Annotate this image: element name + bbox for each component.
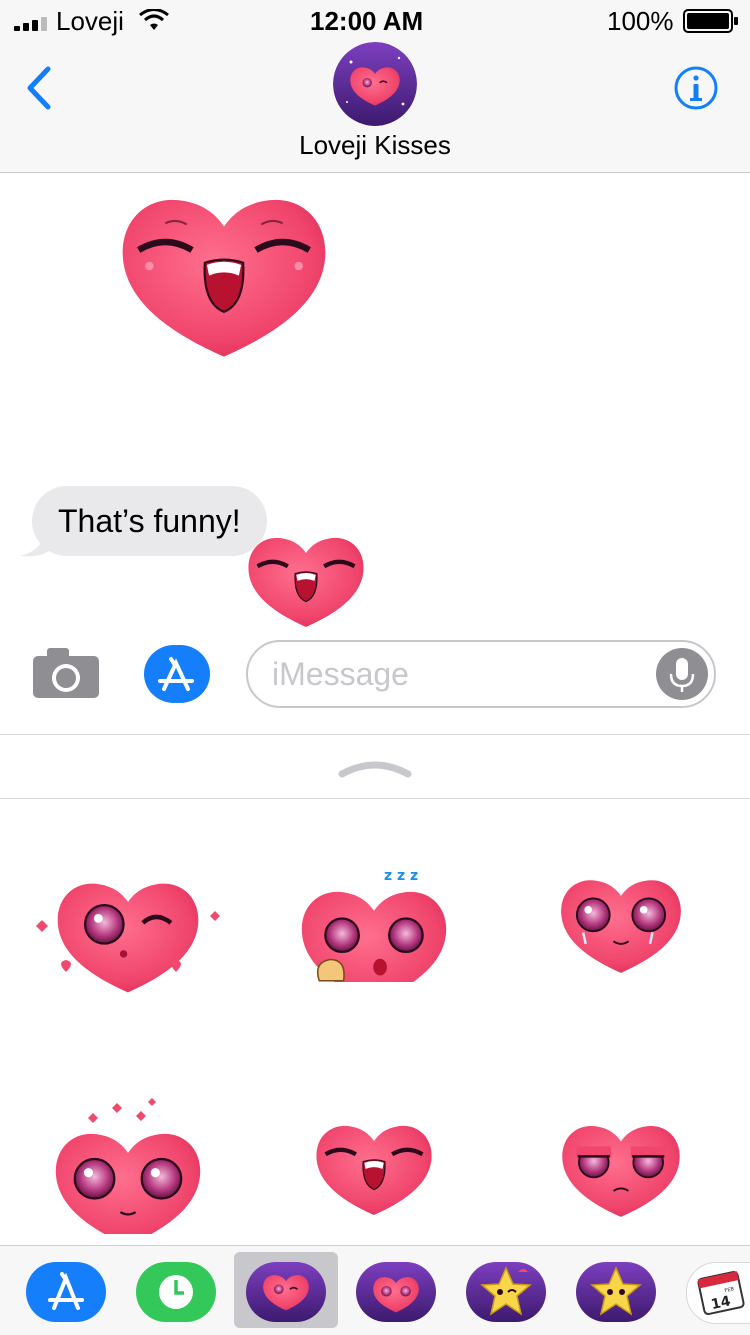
- sticker-on-bubble-laughing[interactable]: [230, 530, 382, 635]
- sticker-love-hearts[interactable]: [52, 1098, 206, 1246]
- carrier-label: Loveji: [56, 6, 124, 36]
- info-icon[interactable]: [674, 66, 718, 110]
- clock-time: 12:00 AM: [310, 6, 424, 36]
- microphone-icon[interactable]: [656, 648, 708, 700]
- camera-icon[interactable]: [33, 648, 99, 698]
- conversation-title: Loveji Kisses: [299, 130, 451, 160]
- drawer-top-divider: [0, 734, 750, 735]
- calendar-feb-14-app[interactable]: 14 FEB: [686, 1262, 750, 1324]
- drawer-grabber-divider: [0, 798, 750, 799]
- message-input-placeholder: iMessage: [272, 656, 409, 692]
- back-chevron-icon[interactable]: [24, 66, 54, 110]
- signal-strength-icon: [14, 17, 47, 31]
- conversation-header: Loveji Kisses: [0, 42, 750, 173]
- sent-sticker-laughing-heart[interactable]: [90, 186, 358, 367]
- app-store-button[interactable]: [140, 645, 214, 703]
- battery-icon: [683, 9, 738, 33]
- sticker-sad[interactable]: [544, 1118, 698, 1225]
- expand-drawer-chevron-icon[interactable]: [338, 758, 412, 778]
- status-bar: Loveji 12:00 AM 100%: [0, 0, 750, 42]
- battery-percent: 100%: [607, 6, 674, 36]
- message-text: That’s funny!: [58, 503, 241, 539]
- bubble-tail: [20, 528, 50, 557]
- sticker-happy-tears[interactable]: [544, 872, 698, 981]
- loveji-crying-app[interactable]: [356, 1262, 436, 1322]
- imessage-app-drawer: 14 FEB: [0, 1245, 750, 1335]
- sticker-sleepy-yawn[interactable]: z z z: [298, 866, 452, 1004]
- message-input[interactable]: iMessage: [246, 640, 716, 708]
- star-wink-app[interactable]: [466, 1262, 546, 1322]
- wifi-icon: [139, 9, 169, 30]
- star-app[interactable]: [576, 1262, 656, 1322]
- contact-avatar[interactable]: [333, 42, 417, 126]
- svg-text:z z z: z z z: [384, 868, 418, 884]
- loveji-kisses-app[interactable]: [246, 1262, 326, 1322]
- sticker-wink-hearts[interactable]: [26, 868, 230, 999]
- sticker-laughing[interactable]: [298, 1118, 450, 1223]
- app-store-icon[interactable]: [26, 1262, 106, 1322]
- recents-icon[interactable]: [136, 1262, 216, 1322]
